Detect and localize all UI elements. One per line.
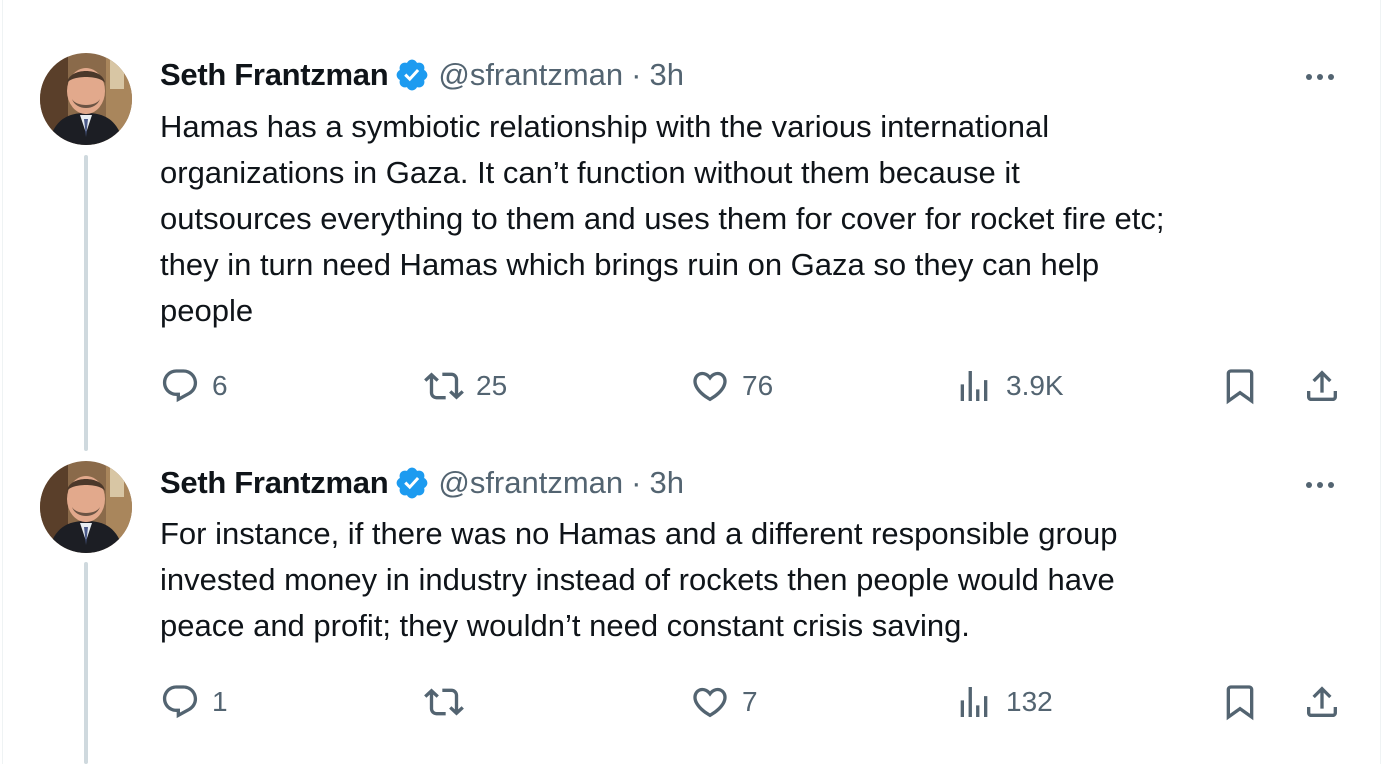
like-icon — [693, 371, 727, 402]
separator-dot: · — [631, 57, 642, 92]
views-icon — [960, 687, 988, 717]
thread-connector-line — [84, 562, 88, 764]
tweet[interactable]: Seth Frantzman @sfrantzman · 3h Hamas ha… — [0, 0, 1384, 451]
display-name[interactable]: Seth Frantzman — [160, 57, 389, 93]
views-button[interactable]: 132 — [954, 680, 1053, 724]
tweet-header: Seth Frantzman @sfrantzman · 3h — [160, 461, 684, 505]
share-button[interactable] — [1302, 680, 1342, 724]
like-button[interactable]: 7 — [690, 680, 758, 724]
repost-count: 25 — [476, 370, 508, 401]
repost-button[interactable] — [424, 680, 476, 724]
view-count: 132 — [1006, 686, 1053, 717]
repost-button[interactable]: 25 — [424, 364, 507, 408]
bookmark-icon — [1226, 685, 1254, 721]
tweet-text: For instance, if there was no Hamas and … — [160, 516, 1118, 643]
avatar[interactable] — [40, 461, 132, 553]
avatar[interactable] — [40, 53, 132, 145]
like-count: 76 — [742, 370, 774, 401]
bookmark-button[interactable] — [1220, 680, 1260, 724]
handle[interactable]: @sfrantzman — [438, 465, 623, 501]
tweet-actions: 1 7 132 — [160, 680, 1360, 724]
reply-icon — [162, 369, 198, 403]
more-icon[interactable] — [1300, 67, 1340, 87]
reply-button[interactable]: 1 — [160, 680, 228, 724]
share-button[interactable] — [1302, 364, 1342, 408]
repost-icon — [424, 372, 464, 400]
repost-icon — [424, 688, 464, 716]
like-icon — [693, 687, 727, 718]
timestamp[interactable]: 3h — [649, 57, 683, 93]
thread-connector-line — [84, 155, 88, 451]
like-button[interactable]: 76 — [690, 364, 773, 408]
separator-dot: · — [631, 465, 642, 500]
display-name[interactable]: Seth Frantzman — [160, 465, 389, 501]
verified-badge-icon[interactable] — [394, 465, 430, 501]
share-icon — [1307, 370, 1337, 401]
verified-badge-icon[interactable] — [394, 57, 430, 93]
share-icon — [1307, 686, 1337, 717]
tweet-actions: 6 25 76 3.9K — [160, 364, 1360, 408]
tweet-text: Hamas has a symbiotic relationship with … — [160, 109, 1165, 328]
reply-count: 1 — [212, 686, 228, 717]
tweet-header: Seth Frantzman @sfrantzman · 3h — [160, 53, 684, 97]
more-icon[interactable] — [1300, 475, 1340, 495]
handle[interactable]: @sfrantzman — [438, 57, 623, 93]
timestamp[interactable]: 3h — [649, 465, 683, 501]
views-icon — [960, 371, 988, 401]
view-count: 3.9K — [1006, 370, 1064, 401]
reply-button[interactable]: 6 — [160, 364, 228, 408]
views-button[interactable]: 3.9K — [954, 364, 1064, 408]
bookmark-button[interactable] — [1220, 364, 1260, 408]
like-count: 7 — [742, 686, 758, 717]
reply-icon — [162, 685, 198, 719]
reply-count: 6 — [212, 370, 228, 401]
tweet[interactable]: Seth Frantzman @sfrantzman · 3h For inst… — [0, 420, 1384, 764]
bookmark-icon — [1226, 369, 1254, 405]
